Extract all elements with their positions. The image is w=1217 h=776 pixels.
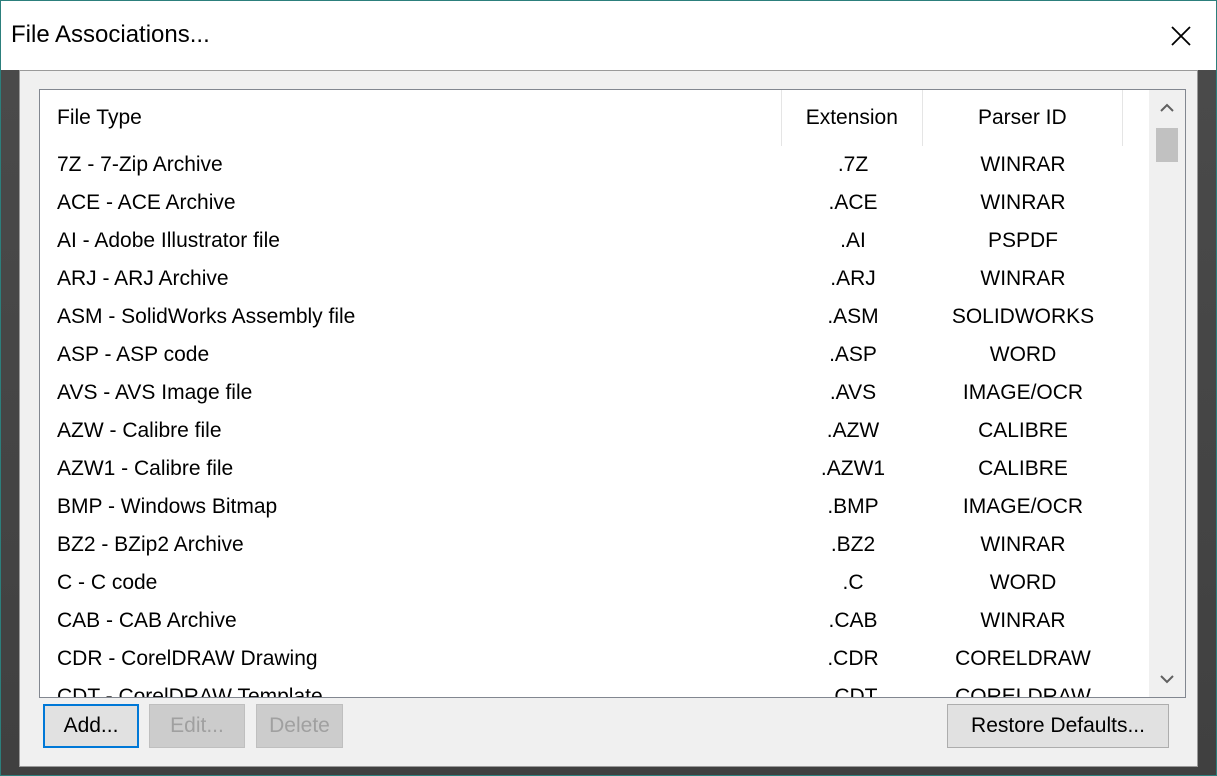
parser-id-cell: CALIBRE (978, 457, 1068, 480)
table-row[interactable]: ASM - SolidWorks Assembly file .ASM SOLIDW… (40, 298, 1150, 336)
extension-cell: .ASP (829, 343, 877, 366)
file-type-cell: AI - Adobe Illustrator file (57, 229, 280, 252)
file-type-cell: CAB - CAB Archive (57, 609, 237, 632)
extension-cell: .CDT (828, 685, 878, 698)
file-type-cell: AZW - Calibre file (57, 419, 222, 442)
parser-id-cell: CALIBRE (978, 419, 1068, 442)
parser-id-cell: WINRAR (980, 153, 1066, 176)
table-row[interactable]: 7Z - 7-Zip Archive .7Z WINRAR (40, 146, 1150, 184)
chevron-up-icon (1160, 103, 1174, 112)
table-row[interactable]: BZ2 - BZip2 Archive .BZ2 WINRAR (40, 526, 1150, 564)
parser-id-cell: PSPDF (987, 229, 1058, 252)
list-rows: 7Z - 7-Zip Archive .7Z WINRAR ACE - ACE Arc… (40, 146, 1150, 698)
table-row[interactable]: ACE - ACE Archive .ACE WINRAR (40, 184, 1150, 222)
parser-id-cell: IMAGE/OCR (962, 381, 1084, 404)
column-header-extension[interactable]: Extension (781, 90, 922, 146)
file-type-cell: BZ2 - BZip2 Archive (57, 533, 244, 556)
delete-button[interactable]: Delete (256, 704, 343, 748)
parser-id-cell: CORELDRAW (955, 685, 1091, 698)
column-header-filler (1122, 90, 1150, 146)
extension-cell: .ACE (828, 191, 878, 214)
table-row[interactable]: AVS - AVS Image file .AVS IMAGE/OCR (40, 374, 1150, 412)
file-type-cell: ARJ - ARJ Archive (57, 267, 229, 290)
table-row[interactable]: ARJ - ARJ Archive .ARJ WINRAR (40, 260, 1150, 298)
table-row[interactable]: AZW1 - Calibre file .AZW1 CALIBRE (40, 450, 1150, 488)
file-associations-list[interactable]: File Type Extension Parser ID 7Z - 7-Zip… (39, 89, 1186, 698)
list-header: File Type Extension Parser ID (40, 90, 1150, 146)
scroll-down-button[interactable] (1149, 661, 1185, 697)
file-type-cell: 7Z - 7-Zip Archive (57, 153, 223, 176)
title-bar: File Associations... (1, 1, 1216, 70)
close-icon (1171, 25, 1191, 46)
file-type-cell: ASP - ASP code (57, 343, 210, 366)
vertical-scrollbar[interactable] (1149, 90, 1185, 697)
table-row[interactable]: CDT - CorelDRAW Template .CDT CORELDRAW (40, 678, 1150, 698)
file-type-cell: AVS - AVS Image file (57, 381, 253, 404)
parser-id-cell: WINRAR (980, 267, 1066, 290)
edit-button[interactable]: Edit... (149, 704, 245, 748)
parser-id-cell: WINRAR (980, 609, 1066, 632)
scroll-up-button[interactable] (1149, 90, 1185, 126)
table-row[interactable]: ASP - ASP code .ASP WORD (40, 336, 1150, 374)
chevron-down-icon (1160, 675, 1174, 684)
extension-cell: .AI (840, 229, 866, 252)
close-button[interactable] (1146, 1, 1216, 70)
table-row[interactable]: CDR - CorelDRAW Drawing .CDR CORELDRAW (40, 640, 1150, 678)
parser-id-cell: WINRAR (980, 191, 1066, 214)
column-header-parser-id[interactable]: Parser ID (921, 90, 1122, 146)
file-type-cell: ACE - ACE Archive (57, 191, 236, 214)
extension-cell: .ASM (827, 305, 879, 328)
add-button[interactable]: Add... (43, 704, 139, 748)
file-associations-dialog: File Associations... File Type Extension… (0, 0, 1217, 776)
extension-cell: .BZ2 (830, 533, 876, 556)
file-type-cell: ASM - SolidWorks Assembly file (57, 305, 356, 328)
parser-id-cell: WORD (989, 571, 1057, 594)
extension-cell: .C (842, 571, 864, 594)
file-type-cell: AZW1 - Calibre file (57, 457, 234, 480)
file-type-cell: BMP - Windows Bitmap (57, 495, 278, 518)
file-type-cell: C - C code (57, 571, 158, 594)
table-row[interactable]: AZW - Calibre file .AZW CALIBRE (40, 412, 1150, 450)
extension-cell: .CDR (827, 647, 879, 670)
parser-id-cell: SOLIDWORKS (951, 305, 1095, 328)
file-type-cell: CDT - CorelDRAW Template (57, 685, 323, 698)
restore-defaults-button[interactable]: Restore Defaults... (947, 704, 1169, 748)
parser-id-cell: WINRAR (980, 533, 1066, 556)
extension-cell: .AVS (829, 381, 877, 404)
table-row[interactable]: CAB - CAB Archive .CAB WINRAR (40, 602, 1150, 640)
column-header-file-type[interactable]: File Type (40, 106, 781, 130)
extension-cell: .AZW (826, 419, 880, 442)
scroll-thumb[interactable] (1156, 128, 1178, 162)
extension-cell: .AZW1 (820, 457, 886, 480)
dialog-body: File Type Extension Parser ID 7Z - 7-Zip… (19, 70, 1198, 767)
table-row[interactable]: C - C code .C WORD (40, 564, 1150, 602)
table-row[interactable]: AI - Adobe Illustrator file .AI PSPDF (40, 222, 1150, 260)
extension-cell: .7Z (837, 153, 869, 176)
window-title: File Associations... (11, 21, 210, 48)
extension-cell: .BMP (827, 495, 879, 518)
file-type-cell: CDR - CorelDRAW Drawing (57, 647, 318, 670)
parser-id-cell: WORD (989, 343, 1057, 366)
extension-cell: .CAB (828, 609, 878, 632)
parser-id-cell: IMAGE/OCR (962, 495, 1084, 518)
parser-id-cell: CORELDRAW (955, 647, 1091, 670)
table-row[interactable]: BMP - Windows Bitmap .BMP IMAGE/OCR (40, 488, 1150, 526)
list-grid: File Type Extension Parser ID 7Z - 7-Zip… (40, 90, 1150, 698)
extension-cell: .ARJ (830, 267, 876, 290)
